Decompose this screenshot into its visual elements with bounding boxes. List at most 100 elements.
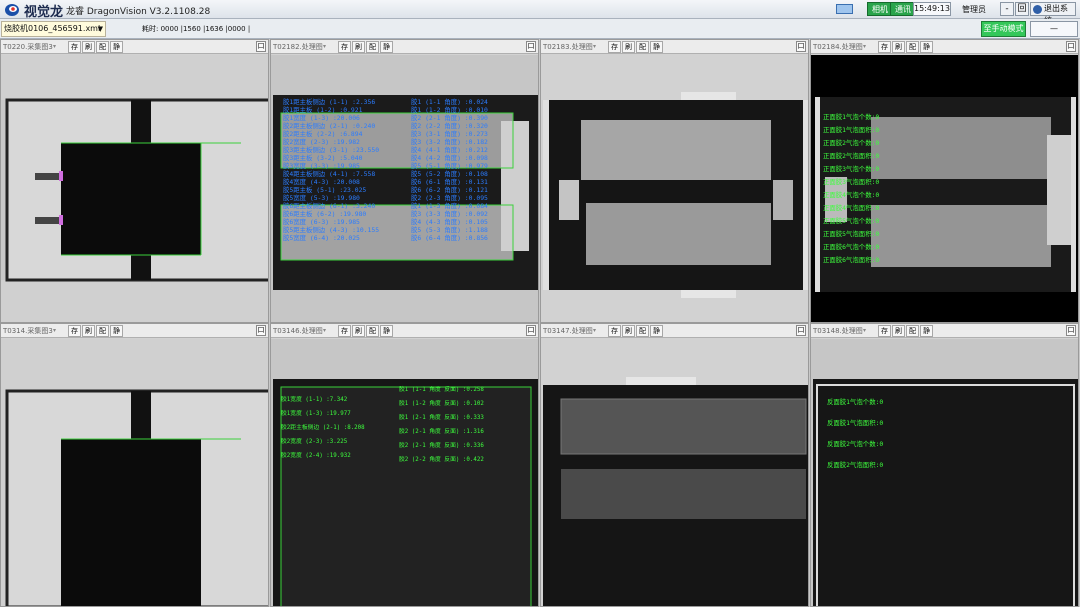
result-line: 胶2 (2-1 角度 反面) :0.336 [399,443,484,449]
config-button[interactable]: 配 [636,41,649,53]
result-line: 胶6 (6-1 角度) :0.131 [411,178,488,186]
result-line: 胶2宽度 (2-3) :19.982 [283,138,360,146]
image-panel-4: T02184.处理图 ▾ 存 刷 配 静 口 正面胶1气泡个数:0 正面胶1气泡面… [810,39,1079,323]
app-title: 龙睿 DragonVision V3.2.1108.28 [66,7,211,17]
static-button[interactable]: 静 [650,41,663,53]
maximize-button[interactable]: 口 [1066,325,1076,336]
result-line: 胶1 (1-3 角度) :0.084 [411,202,488,210]
result-line: 胶5宽度 (5-3) :19.980 [283,194,360,202]
result-line: 胶1宽度 (1-3) :19.977 [281,411,351,417]
camera-view [1,55,268,322]
config-button[interactable]: 配 [96,41,109,53]
result-line: 正面胶5气泡个数:0 [823,217,880,225]
chevron-down-icon[interactable]: ▾ [53,327,56,334]
result-line: 正面胶6气泡个数:0 [823,243,880,251]
chevron-down-icon[interactable]: ▾ [863,43,866,50]
user-label[interactable]: 管理员 [962,4,986,15]
config-button[interactable]: 配 [96,325,109,337]
image-panel-1: T0220.采集图3 ▾ 存 刷 配 静 口 [0,39,269,323]
refresh-button[interactable]: 刷 [82,325,95,337]
result-line: 胶4宽度 (4-3) :20.008 [283,178,360,186]
save-button[interactable]: 存 [608,41,621,53]
panel-title: T03147.处理图 [543,327,593,335]
result-line: 胶5宽度 (6-4) :20.025 [283,234,360,242]
refresh-button[interactable]: 刷 [352,41,365,53]
static-button[interactable]: 静 [920,41,933,53]
refresh-button[interactable]: 刷 [622,325,635,337]
result-line: 胶4 (4-3 角度) :0.105 [411,218,488,226]
refresh-button[interactable]: 刷 [352,325,365,337]
image-panel-3: T02183.处理图 ▾ 存 刷 配 静 口 [540,39,809,323]
bubble-result-list: 反面胶1气泡个数:0 反面胶1气泡面积:0 反面胶2气泡个数:0 反面胶2气泡面积:0 [827,392,883,476]
measurement-list-left: 胶1宽度 (1-1) :7.342 胶1宽度 (1-3) :19.977 胶2距主板… [281,393,365,463]
result-line: 胶6 (6-2 角度) :0.121 [411,186,488,194]
refresh-button[interactable]: 刷 [892,325,905,337]
chevron-down-icon[interactable]: ▾ [323,43,326,50]
processed-view [541,55,808,322]
processed-view: 胶1距主板侧边 (1-1) :2.356 胶1距主板 (1-2) :0.921 胶1… [271,55,538,322]
static-button[interactable]: 静 [110,325,123,337]
refresh-button[interactable]: 刷 [622,41,635,53]
exit-button[interactable]: 退出系统 [1030,2,1076,25]
refresh-button[interactable]: 刷 [892,41,905,53]
save-button[interactable]: 存 [878,41,891,53]
product-image [1,55,268,322]
result-line: 胶5距主板侧边 (4-3) :10.155 [283,226,380,234]
result-line: 胶2 (2-2 角度 反面) :0.422 [399,457,484,463]
app-logo-icon [5,4,19,16]
config-button[interactable]: 配 [906,41,919,53]
save-button[interactable]: 存 [878,325,891,337]
static-button[interactable]: 静 [380,325,393,337]
manual-mode-button[interactable]: 至手动模式 [981,21,1026,37]
result-line: 正面胶6气泡面积:0 [823,256,880,264]
config-button[interactable]: 配 [906,325,919,337]
save-button[interactable]: 存 [68,41,81,53]
restore-button[interactable]: 回 [1015,2,1029,16]
maximize-button[interactable]: 口 [256,325,266,336]
processed-view [541,339,808,606]
result-line: 胶3 (3-2 角度) :0.182 [411,138,488,146]
maximize-button[interactable]: 口 [526,325,536,336]
result-line: 正面胶1气泡面积:0 [823,126,880,134]
config-button[interactable]: 配 [636,325,649,337]
model-select[interactable]: 烧胶机0106_456591.xml ▼ [1,21,106,37]
result-line: 反面胶2气泡面积:0 [827,461,884,469]
chevron-down-icon[interactable]: ▾ [323,327,326,334]
save-button[interactable]: 存 [338,41,351,53]
panel-title: T02183.处理图 [543,43,593,51]
save-button[interactable]: 存 [68,325,81,337]
processed-image [541,55,808,322]
power-icon [1033,5,1042,14]
chevron-down-icon[interactable]: ▾ [53,43,56,50]
maximize-button[interactable]: 口 [796,41,806,52]
result-line: 胶1宽度 (1-1) :7.342 [281,397,348,403]
minimize-button[interactable]: - [1000,2,1014,16]
static-button[interactable]: 静 [110,41,123,53]
result-line: 反面胶2气泡个数:0 [827,440,884,448]
result-line: 胶2 (2-1 角度) :0.390 [411,114,488,122]
mode-select[interactable]: — [1030,21,1078,37]
save-button[interactable]: 存 [338,325,351,337]
config-button[interactable]: 配 [366,41,379,53]
save-button[interactable]: 存 [608,325,621,337]
chevron-down-icon[interactable]: ▾ [863,327,866,334]
maximize-button[interactable]: 口 [796,325,806,336]
chevron-down-icon[interactable]: ▾ [593,43,596,50]
maximize-button[interactable]: 口 [256,41,266,52]
panel-title: T0314.采集图3 [3,327,53,335]
chevron-down-icon[interactable]: ▾ [593,327,596,334]
processed-view: 反面胶1气泡个数:0 反面胶1气泡面积:0 反面胶2气泡个数:0 反面胶2气泡面积:0 [811,339,1078,606]
maximize-button[interactable]: 口 [1066,41,1076,52]
panel-title: T03146.处理图 [273,327,323,335]
result-line: 胶1 (1-1 角度 反面) :0.258 [399,387,484,393]
panel-title: T02182.处理图 [273,43,323,51]
refresh-button[interactable]: 刷 [82,41,95,53]
config-button[interactable]: 配 [366,325,379,337]
static-button[interactable]: 静 [380,41,393,53]
static-button[interactable]: 静 [920,325,933,337]
result-line: 胶3 (3-3 角度) :0.092 [411,210,488,218]
maximize-button[interactable]: 口 [526,41,536,52]
static-button[interactable]: 静 [650,325,663,337]
keyboard-icon[interactable] [836,4,853,14]
title-bar: 视觉龙 龙睿 DragonVision V3.2.1108.28 相机 通讯 1… [0,0,1080,25]
